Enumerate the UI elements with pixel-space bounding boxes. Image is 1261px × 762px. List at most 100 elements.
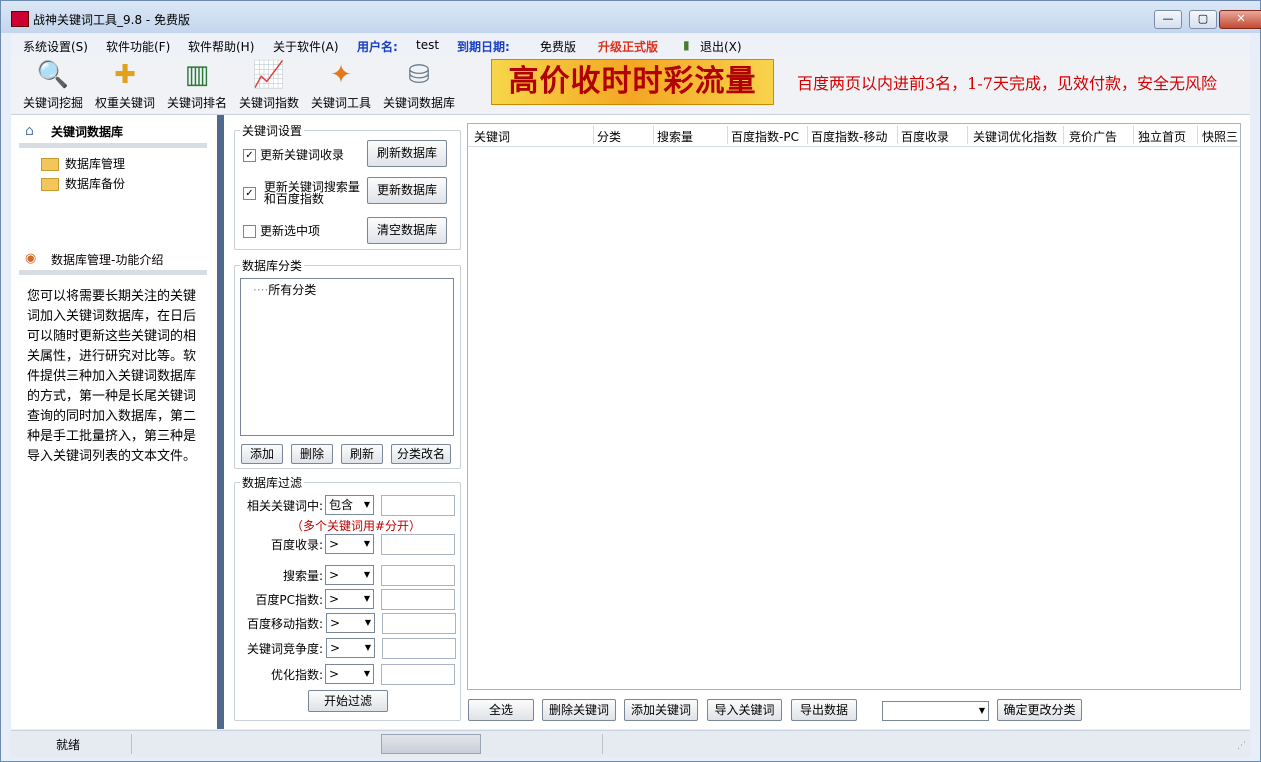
tool-keyword-index[interactable]: 📈 关键词指数 — [237, 58, 301, 111]
col-homepage[interactable]: 独立首页 — [1138, 128, 1186, 145]
chevron-down-icon: ▼ — [363, 500, 370, 509]
export-data-button[interactable]: 导出数据 — [791, 699, 857, 721]
chevron-down-icon: ▼ — [363, 539, 370, 548]
category-root-label: 所有分类 — [268, 283, 317, 297]
update-volume-checkbox[interactable]: ✓ 更新关键词搜索量 和百度指数 — [243, 181, 360, 205]
col-divider — [593, 126, 594, 144]
col-baidu-pc[interactable]: 百度指数-PC — [731, 128, 799, 145]
filter-value-pc-index[interactable] — [381, 589, 455, 610]
col-keyword[interactable]: 关键词 — [474, 128, 510, 145]
delete-category-button[interactable]: 删除 — [291, 444, 333, 464]
col-divider — [727, 126, 728, 144]
keyword-table[interactable]: 关键词 分类 搜索量 百度指数-PC 百度指数-移动 百度收录 关键词优化指数 … — [467, 123, 1241, 690]
checkbox-box: ✓ — [243, 149, 256, 162]
status-text: 就绪 — [56, 738, 81, 752]
intro-text: 您可以将需要长期关注的关键词加入关键词数据库，在日后可以随时更新这些关键词的相关… — [27, 289, 197, 464]
filter-value-optimization[interactable] — [381, 664, 455, 685]
close-button[interactable]: ✕ — [1219, 10, 1261, 29]
folder-icon — [41, 158, 59, 171]
col-baidu-mobile[interactable]: 百度指数-移动 — [811, 128, 887, 145]
magic-wand-icon: ✦ — [330, 60, 352, 90]
menu-functions[interactable]: 软件功能(F) — [106, 38, 170, 55]
add-category-button[interactable]: 添加 — [241, 444, 283, 464]
menu-system[interactable]: 系统设置(S) — [23, 38, 88, 55]
filter-op-related[interactable]: 包含 ▼ — [325, 495, 374, 515]
col-divider — [807, 126, 808, 144]
tool-keyword-ranking[interactable]: ▥ 关键词排名 — [165, 58, 229, 111]
panel-splitter[interactable] — [217, 115, 224, 729]
filter-value-competition[interactable] — [382, 638, 456, 659]
tool-label: 关键词数据库 — [382, 96, 455, 110]
marquee-text[interactable]: 百度两页以内进前3名，1-7天完成，见效付款，安全无风险 — [797, 70, 1250, 94]
select-all-button[interactable]: 全选 — [468, 699, 534, 721]
col-divider — [1197, 126, 1198, 144]
update-index-checkbox[interactable]: ✓ 更新关键词收录 — [243, 146, 344, 163]
refresh-category-button[interactable]: 刷新 — [341, 444, 383, 464]
col-optimization[interactable]: 关键词优化指数 — [973, 128, 1057, 145]
category-title: 数据库分类 — [240, 257, 305, 274]
filter-op-optimization[interactable]: > ▼ — [325, 664, 374, 684]
filter-label-pc-index: 百度PC指数: — [255, 593, 323, 607]
add-keyword-button[interactable]: 添加关键词 — [624, 699, 698, 721]
settings-group: 关键词设置 ✓ 更新关键词收录 ✓ 更新关键词搜索量 和百度指数 更新选中项 刷新… — [234, 122, 461, 250]
filter-value-baidu-index[interactable] — [381, 534, 455, 555]
window-title: 战神关键词工具_9.8 - 免费版 — [33, 13, 191, 27]
col-category[interactable]: 分类 — [597, 128, 621, 145]
filter-value-mobile-index[interactable] — [382, 613, 456, 634]
chevron-down-icon: ▼ — [978, 706, 985, 715]
filter-value-related[interactable] — [381, 495, 455, 516]
filter-op-baidu-index[interactable]: > ▼ — [325, 534, 374, 554]
tool-weight-keywords[interactable]: ✚ 权重关键词 — [93, 58, 157, 111]
col-volume[interactable]: 搜索量 — [657, 128, 693, 145]
col-baidu-indexed[interactable]: 百度收录 — [901, 128, 949, 145]
tree-item-db-backup[interactable]: 数据库备份 — [41, 175, 125, 192]
col-divider — [967, 126, 968, 144]
clear-db-button[interactable]: 清空数据库 — [367, 217, 447, 244]
status-bar: 就绪 ⋰ — [11, 730, 1250, 757]
col-divider — [653, 126, 654, 144]
col-snapshot[interactable]: 快照三 — [1202, 128, 1238, 145]
filter-hint: （多个关键词用#分开） — [291, 519, 422, 533]
refresh-db-button[interactable]: 刷新数据库 — [367, 140, 447, 167]
progress-bar — [381, 734, 481, 754]
chevron-down-icon: ▼ — [363, 570, 370, 579]
menu-about[interactable]: 关于软件(A) — [273, 38, 339, 55]
update-selected-checkbox[interactable]: 更新选中项 — [243, 222, 320, 239]
rename-category-button[interactable]: 分类改名 — [391, 444, 451, 464]
col-divider — [1063, 126, 1064, 144]
filter-op-competition[interactable]: > ▼ — [326, 638, 375, 658]
delete-keyword-button[interactable]: 删除关键词 — [542, 699, 616, 721]
ad-banner[interactable]: 高价收时时彩流量 — [491, 59, 774, 105]
col-ads[interactable]: 竞价广告 — [1069, 128, 1117, 145]
upgrade-link[interactable]: 升级正式版 — [598, 38, 658, 55]
category-tree[interactable]: ····所有分类 — [240, 278, 454, 436]
tool-keyword-mining[interactable]: 🔍 关键词挖掘 — [21, 58, 85, 111]
tool-keyword-tools[interactable]: ✦ 关键词工具 — [309, 58, 373, 111]
maximize-button[interactable]: ▢ — [1189, 10, 1217, 29]
category-root[interactable]: ····所有分类 — [253, 281, 316, 298]
filter-value-volume[interactable] — [381, 565, 455, 586]
resize-grip-icon[interactable]: ⋰ — [1237, 741, 1246, 751]
tool-keyword-database[interactable]: ⛁ 关键词数据库 — [381, 58, 457, 111]
middle-panel: 关键词设置 ✓ 更新关键词收录 ✓ 更新关键词搜索量 和百度指数 更新选中项 刷新… — [224, 115, 464, 729]
filter-op-volume[interactable]: > ▼ — [325, 565, 374, 585]
filter-label-mobile-index: 百度移动指数: — [246, 617, 323, 631]
category-select[interactable]: ▼ — [882, 701, 989, 721]
combo-value: > — [329, 568, 340, 582]
import-keyword-button[interactable]: 导入关键词 — [707, 699, 782, 721]
magnifier-icon: 🔍 — [36, 60, 70, 90]
minimize-button[interactable]: — — [1154, 10, 1182, 29]
filter-op-mobile-index[interactable]: > ▼ — [326, 613, 375, 633]
confirm-category-button[interactable]: 确定更改分类 — [997, 699, 1082, 721]
combo-value: > — [329, 592, 340, 606]
combo-value: > — [329, 667, 340, 681]
expiry-value: 免费版 — [540, 40, 577, 54]
title-bar: 战神关键词工具_9.8 - 免费版 — ▢ ✕ — [1, 1, 1261, 33]
update-db-button[interactable]: 更新数据库 — [367, 177, 447, 204]
home-icon: ⌂ — [25, 123, 34, 139]
tree-item-db-manage[interactable]: 数据库管理 — [41, 155, 125, 172]
start-filter-button[interactable]: 开始过滤 — [308, 690, 388, 712]
menu-exit[interactable]: 退出(X) — [700, 38, 742, 55]
menu-help[interactable]: 软件帮助(H) — [188, 38, 254, 55]
filter-op-pc-index[interactable]: > ▼ — [325, 589, 374, 609]
